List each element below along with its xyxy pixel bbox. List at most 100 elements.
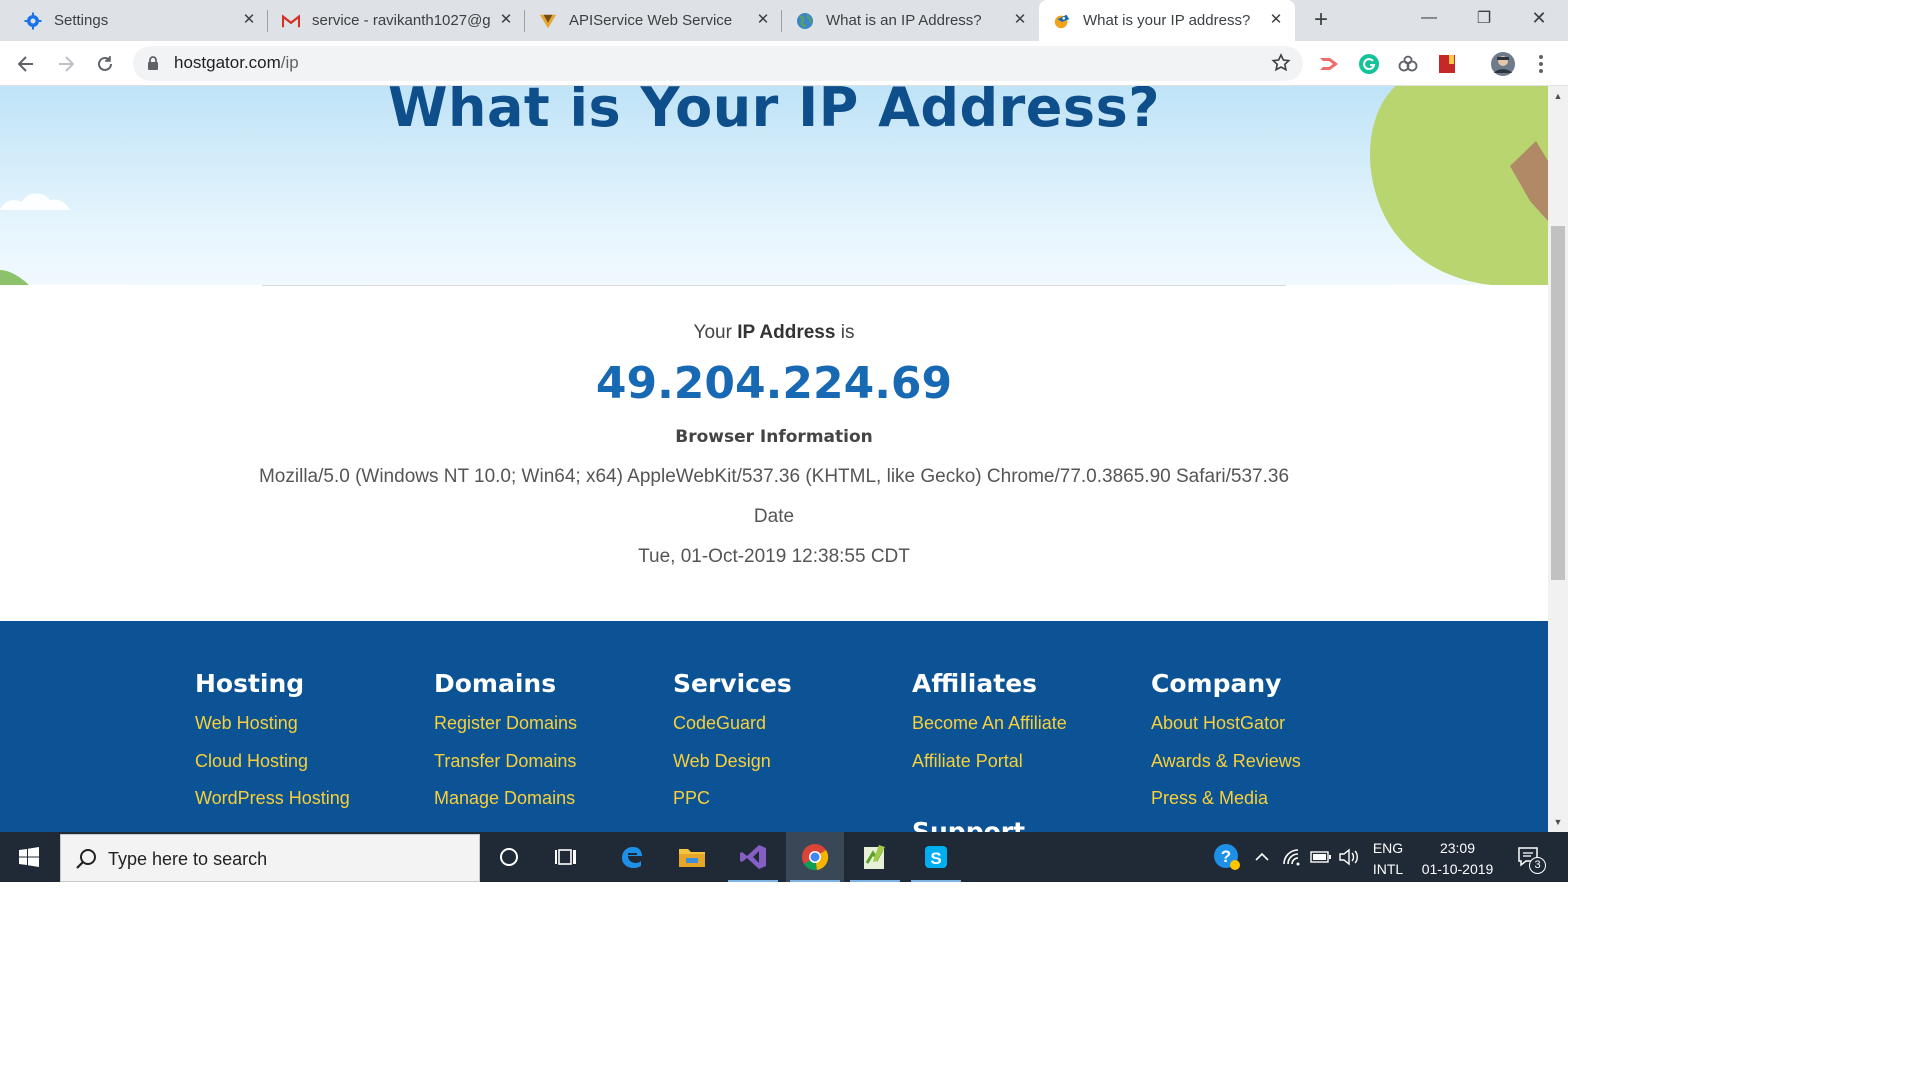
close-icon[interactable]: ✕ xyxy=(1011,11,1029,29)
ip-address-value: 49.204.224.69 xyxy=(595,358,953,409)
globe-icon xyxy=(796,12,814,30)
close-icon[interactable]: ✕ xyxy=(240,11,258,29)
ip-caption-pre: Your xyxy=(693,322,738,343)
scroll-down-arrow[interactable]: ▼ xyxy=(1548,814,1568,830)
page-scrollbar[interactable]: ▲ ▼ xyxy=(1548,86,1568,832)
menu-dots-icon[interactable] xyxy=(1530,53,1552,75)
back-button[interactable] xyxy=(12,50,40,78)
footer-heading-support: Support xyxy=(912,817,1026,832)
task-view-icon[interactable] xyxy=(538,832,596,882)
windows-logo-icon xyxy=(19,847,39,867)
footer-link[interactable]: Become An Affiliate xyxy=(912,712,1067,750)
close-icon[interactable]: ✕ xyxy=(754,11,772,29)
cast-extension-icon[interactable] xyxy=(1318,53,1340,75)
gear-icon xyxy=(24,12,42,30)
edge-icon[interactable] xyxy=(602,832,660,882)
skype-icon[interactable]: S xyxy=(907,832,965,882)
keyboard-layout: INTL xyxy=(1372,861,1404,877)
show-hidden-icons-chevron-icon[interactable] xyxy=(1250,832,1274,882)
footer-link[interactable]: PPC xyxy=(673,787,792,825)
clock-date: 01-10-2019 xyxy=(1421,861,1494,877)
footer-column-services: Services CodeGuard Web Design PPC xyxy=(673,669,792,825)
date-value: Tue, 01-Oct-2019 12:38:55 CDT xyxy=(638,546,910,567)
footer-link[interactable]: WordPress Hosting xyxy=(195,787,350,825)
hill-illustration xyxy=(0,270,29,285)
footer-column-company: Company About HostGator Awards & Reviews… xyxy=(1151,669,1301,825)
tab-label: What is your IP address? xyxy=(1083,12,1251,29)
footer-column-hosting: Hosting Web Hosting Cloud Hosting WordPr… xyxy=(195,669,350,825)
footer-link[interactable]: About HostGator xyxy=(1151,712,1301,750)
footer-column-domains: Domains Register Domains Transfer Domain… xyxy=(434,669,577,825)
footer-column-affiliates: Affiliates Become An Affiliate Affiliate… xyxy=(912,669,1067,787)
scrollbar-thumb[interactable] xyxy=(1551,226,1565,580)
tab-apiservice[interactable]: APIService Web Service ✕ xyxy=(525,0,782,41)
notification-count-badge: 3 xyxy=(1529,857,1546,874)
footer-heading: Hosting xyxy=(195,669,305,698)
tab-hostgator[interactable]: What is your IP address? ✕ xyxy=(1039,0,1295,41)
file-explorer-icon[interactable] xyxy=(663,832,721,882)
wifi-icon[interactable] xyxy=(1280,832,1306,882)
user-agent-text: Mozilla/5.0 (Windows NT 10.0; Win64; x64… xyxy=(258,466,1290,487)
tab-label: APIService Web Service xyxy=(569,12,733,29)
browser-toolbar: hostgator.com/ip xyxy=(0,41,1568,86)
tab-what-is-ip[interactable]: What is an IP Address? ✕ xyxy=(782,0,1039,41)
footer-link[interactable]: Manage Domains xyxy=(434,787,577,825)
ip-caption-post: is xyxy=(835,322,855,343)
system-clock[interactable]: 23:09 01-10-2019 xyxy=(1410,838,1505,880)
action-center-icon[interactable]: 3 xyxy=(1510,832,1548,882)
ip-caption-bold: IP Address xyxy=(737,322,836,343)
footer-link[interactable]: Web Hosting xyxy=(195,712,350,750)
notepad-plus-plus-icon[interactable] xyxy=(846,832,904,882)
minimize-button[interactable]: — xyxy=(1404,0,1454,36)
tab-settings[interactable]: Settings ✕ xyxy=(0,0,268,41)
running-indicator xyxy=(790,880,840,882)
input-language-indicator[interactable]: ENG INTL xyxy=(1368,838,1408,880)
footer-heading: Services xyxy=(673,669,792,698)
reload-icon xyxy=(98,56,112,71)
footer-link[interactable]: Awards & Reviews xyxy=(1151,750,1301,788)
footer-link[interactable]: Cloud Hosting xyxy=(195,750,350,788)
footer-heading: Company xyxy=(1151,669,1282,698)
cloud-illustration xyxy=(0,193,70,210)
restore-button[interactable]: ❐ xyxy=(1459,0,1509,36)
chrome-icon[interactable] xyxy=(786,832,844,882)
profile-avatar[interactable] xyxy=(1490,51,1516,77)
volume-icon[interactable] xyxy=(1336,832,1362,882)
running-indicator xyxy=(728,880,778,882)
windows-taskbar: Type here to search S ? ENG INTL 23:09 0… xyxy=(0,832,1568,882)
tab-label: What is an IP Address? xyxy=(826,12,982,29)
taskbar-search-box[interactable]: Type here to search xyxy=(60,834,480,882)
footer-link[interactable]: Web Design xyxy=(673,750,792,788)
footer-link[interactable]: Transfer Domains xyxy=(434,750,577,788)
footer-link[interactable]: Press & Media xyxy=(1151,787,1301,825)
lock-icon xyxy=(148,56,158,70)
close-icon[interactable]: ✕ xyxy=(497,11,515,29)
footer-link[interactable]: CodeGuard xyxy=(673,712,792,750)
extension-puzzle-icon[interactable] xyxy=(1397,53,1419,75)
window-close-button[interactable]: ✕ xyxy=(1514,0,1564,36)
visual-studio-icon[interactable] xyxy=(724,832,782,882)
scroll-up-arrow[interactable]: ▲ xyxy=(1548,88,1568,104)
page-title: What is Your IP Address? xyxy=(387,86,1161,139)
footer-link[interactable]: Register Domains xyxy=(434,712,577,750)
apiservice-icon xyxy=(539,12,557,30)
reload-button[interactable] xyxy=(91,50,119,78)
start-button[interactable] xyxy=(0,832,58,882)
site-footer: Hosting Web Hosting Cloud Hosting WordPr… xyxy=(0,621,1548,832)
grammarly-icon[interactable] xyxy=(1358,53,1380,75)
date-label: Date xyxy=(753,506,795,527)
search-icon xyxy=(76,849,96,869)
footer-link[interactable]: Affiliate Portal xyxy=(912,750,1067,788)
url-text: hostgator.com/ip xyxy=(174,53,299,73)
battery-icon[interactable] xyxy=(1308,832,1334,882)
cortana-icon[interactable] xyxy=(480,832,538,882)
close-icon[interactable]: ✕ xyxy=(1267,11,1285,29)
address-bar[interactable]: hostgator.com/ip xyxy=(133,46,1303,81)
bookmark-star-icon[interactable] xyxy=(1271,53,1291,73)
help-icon[interactable]: ? xyxy=(1210,832,1244,882)
new-tab-button[interactable]: + xyxy=(1309,8,1333,33)
forward-button[interactable] xyxy=(52,50,80,78)
gmail-icon xyxy=(282,12,300,30)
tab-gmail[interactable]: service - ravikanth1027@gr ✕ xyxy=(268,0,525,41)
bookmark-extension-icon[interactable] xyxy=(1436,53,1458,75)
